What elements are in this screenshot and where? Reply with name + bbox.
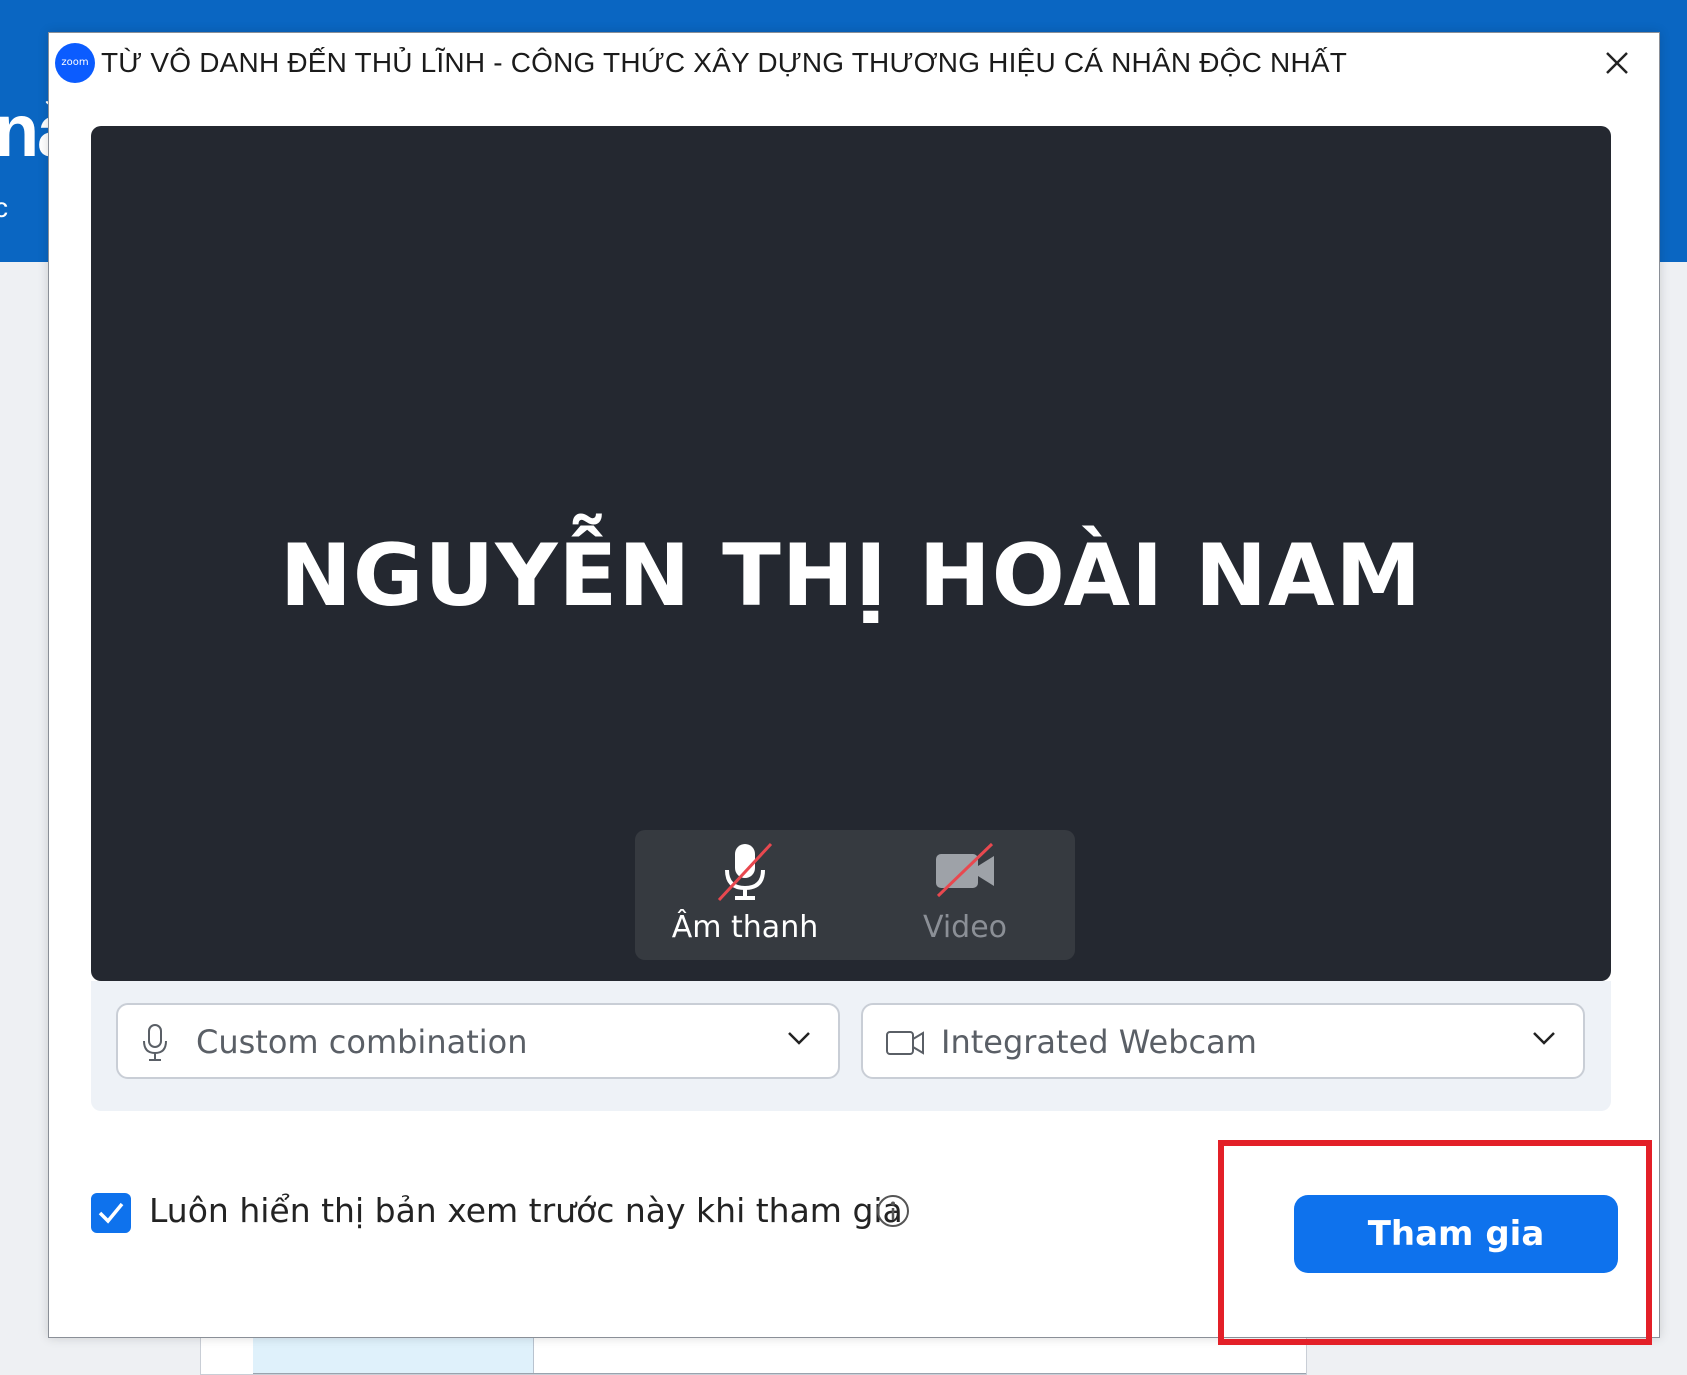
microphone-select[interactable]: Custom combination (116, 1003, 840, 1079)
info-icon[interactable] (875, 1193, 911, 1229)
camera-select-value: Integrated Webcam (941, 1023, 1257, 1061)
video-toggle-button[interactable]: Video (865, 830, 1065, 960)
check-icon (98, 1202, 124, 1224)
preview-controls: Âm thanh Video (635, 830, 1075, 960)
microphone-icon (143, 1024, 167, 1061)
chevron-down-icon (788, 1032, 810, 1045)
window-title: TỪ VÔ DANH ĐẾN THỦ LĨNH - CÔNG THỨC XÂY … (101, 47, 1348, 78)
background-table-divider (253, 1373, 1306, 1374)
join-button[interactable]: Tham gia (1294, 1195, 1618, 1273)
zoom-logo-icon: zoom (55, 43, 95, 83)
close-icon (1606, 52, 1628, 74)
join-preview-dialog: zoom TỪ VÔ DANH ĐẾN THỦ LĨNH - CÔNG THỨC… (48, 32, 1660, 1338)
background-subtext: c (0, 192, 8, 223)
close-button[interactable] (1599, 45, 1635, 81)
always-show-preview-label: Luôn hiển thị bản xem trước này khi tham… (149, 1191, 903, 1230)
camera-select[interactable]: Integrated Webcam (861, 1003, 1585, 1079)
microphone-off-icon (717, 842, 773, 902)
audio-toggle-button[interactable]: Âm thanh (645, 830, 845, 960)
camera-icon (886, 1031, 924, 1055)
title-bar: zoom TỪ VÔ DANH ĐẾN THỦ LĨNH - CÔNG THỨC… (49, 33, 1659, 95)
chevron-down-icon (1533, 1032, 1555, 1045)
video-off-icon (936, 842, 994, 898)
audio-label: Âm thanh (671, 910, 819, 945)
video-label: Video (922, 910, 1008, 945)
device-selectors: Custom combination Integrated Webcam (91, 981, 1611, 1111)
video-preview: NGUYỄN THỊ HOÀI NAM Âm thanh Video (91, 126, 1611, 981)
always-show-preview-checkbox[interactable] (91, 1193, 131, 1233)
microphone-select-value: Custom combination (196, 1023, 528, 1061)
participant-name: NGUYỄN THỊ HOÀI NAM (279, 526, 1423, 626)
